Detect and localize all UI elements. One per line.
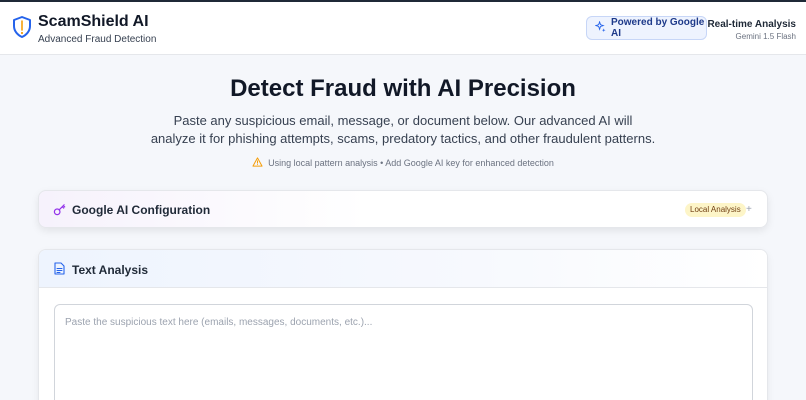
analysis-mode-notice: Using local pattern analysis • Add Googl…: [0, 157, 806, 169]
page-title: Detect Fraud with AI Precision: [230, 75, 576, 102]
brand-title: ScamShield AI: [38, 13, 149, 30]
key-icon: [53, 203, 66, 216]
shield-icon: [11, 15, 33, 39]
powered-by-google-button[interactable]: Powered by Google AI: [586, 16, 707, 40]
page-description: Paste any suspicious email, message, or …: [150, 113, 656, 146]
text-analysis-header: Text Analysis: [39, 250, 767, 288]
realtime-title: Real-time Analysis: [707, 19, 796, 30]
powered-label: Powered by Google AI: [611, 17, 705, 39]
app-header: ScamShield AI Advanced Fraud Detection P…: [0, 2, 806, 55]
notice-text: Using local pattern analysis • Add Googl…: [268, 158, 554, 168]
expand-icon[interactable]: +: [746, 203, 752, 217]
suspicious-text-input[interactable]: [54, 304, 753, 400]
status-badge: Local Analysis: [685, 203, 746, 217]
model-name: Gemini 1.5 Flash: [735, 32, 796, 41]
config-title: Google AI Configuration: [72, 203, 211, 217]
google-ai-config-panel[interactable]: Google AI Configuration Local Analysis +: [38, 190, 768, 228]
sparkles-icon: [594, 20, 606, 35]
text-analysis-title: Text Analysis: [72, 263, 149, 277]
warning-icon: [252, 157, 263, 169]
brand-subtitle: Advanced Fraud Detection: [38, 34, 157, 45]
text-analysis-panel: Text Analysis: [38, 249, 768, 400]
document-icon: [54, 262, 65, 275]
